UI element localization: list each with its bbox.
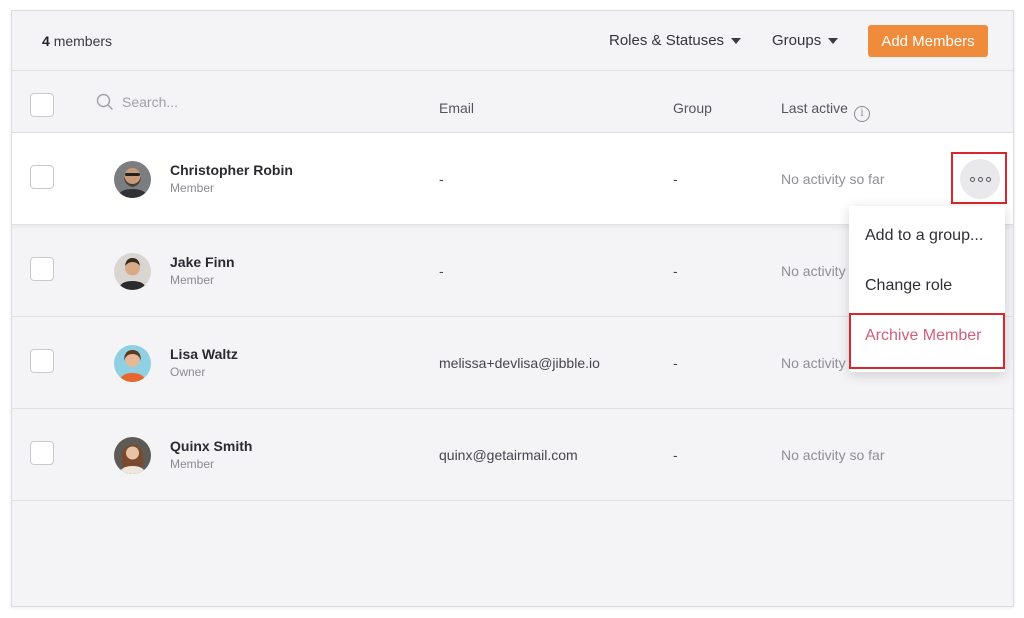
menu-item-add-to-group[interactable]: Add to a group...	[865, 227, 983, 245]
member-group: -	[673, 171, 678, 187]
toolbar: 4 members Roles & Statuses Groups Add Me…	[12, 11, 1013, 71]
member-name[interactable]: Quinx Smith	[170, 438, 252, 454]
row-checkbox[interactable]	[30, 441, 54, 465]
member-last-active: No activity	[781, 355, 846, 371]
info-icon[interactable]: i	[853, 105, 870, 122]
member-group: -	[673, 355, 678, 371]
member-email: -	[439, 171, 444, 187]
row-checkbox[interactable]	[30, 349, 54, 373]
member-last-active: No activity so far	[781, 447, 885, 463]
row-checkbox[interactable]	[30, 165, 54, 189]
member-email: melissa+devlisa@jibble.io	[439, 355, 600, 371]
highlight-box-more	[951, 152, 1007, 204]
member-count: 4 members	[42, 33, 112, 49]
avatar	[114, 345, 151, 382]
avatar	[114, 437, 151, 474]
groups-filter-label: Groups	[772, 32, 822, 49]
select-all-checkbox[interactable]	[30, 93, 54, 117]
member-name[interactable]: Lisa Waltz	[170, 346, 238, 362]
member-count-word: members	[53, 33, 113, 49]
caret-down-icon	[731, 37, 742, 44]
member-role: Member	[170, 457, 215, 471]
member-role: Owner	[170, 365, 206, 379]
avatar	[114, 253, 151, 290]
search-field[interactable]: Search...	[96, 93, 178, 111]
highlight-box-archive	[849, 313, 1005, 369]
member-count-number: 4	[42, 33, 50, 49]
groups-filter[interactable]: Groups	[772, 32, 839, 49]
group-column-header: Group	[673, 100, 712, 116]
member-last-active: No activity	[781, 263, 846, 279]
avatar	[114, 161, 151, 198]
member-name[interactable]: Jake Finn	[170, 254, 235, 270]
row-checkbox[interactable]	[30, 257, 54, 281]
member-group: -	[673, 263, 678, 279]
member-role: Member	[170, 273, 215, 287]
email-column-header: Email	[439, 100, 475, 116]
roles-statuses-label: Roles & Statuses	[609, 32, 725, 49]
roles-statuses-filter[interactable]: Roles & Statuses	[609, 32, 742, 49]
caret-down-icon	[828, 37, 839, 44]
member-email: quinx@getairmail.com	[439, 447, 578, 463]
add-members-button[interactable]: Add Members	[868, 25, 988, 57]
member-group: -	[673, 447, 678, 463]
members-panel: 4 members Roles & Statuses Groups Add Me…	[11, 10, 1014, 607]
last-active-label: Last active	[781, 100, 848, 116]
menu-item-change-role[interactable]: Change role	[865, 277, 952, 295]
table-header: Search... Email Group Last active i	[12, 71, 1013, 133]
search-icon	[96, 93, 113, 110]
member-email: -	[439, 263, 444, 279]
member-role: Member	[170, 181, 215, 195]
table-row[interactable]: Quinx Smith Member quinx@getairmail.com …	[12, 409, 1013, 501]
member-last-active: No activity so far	[781, 171, 885, 187]
search-input[interactable]: Search...	[122, 94, 178, 110]
member-name[interactable]: Christopher Robin	[170, 162, 293, 178]
last-active-column-header: Last active i	[781, 100, 870, 122]
